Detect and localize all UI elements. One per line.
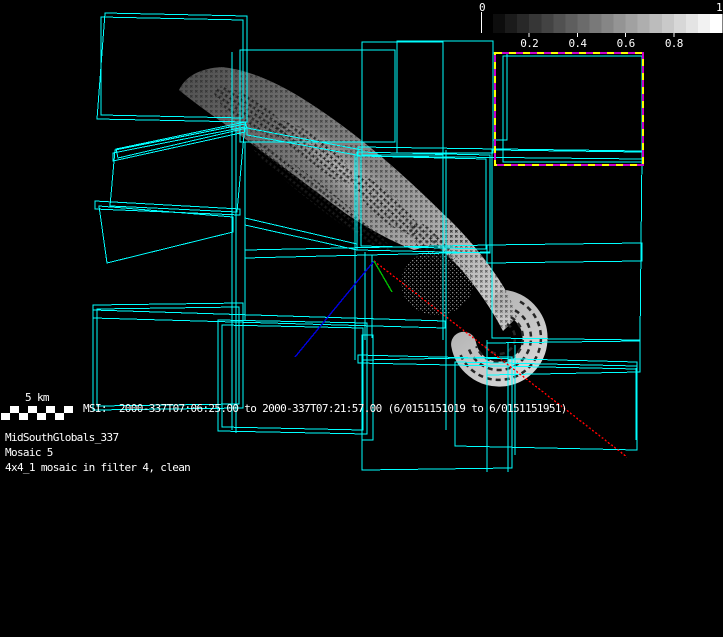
footprint-rect [92,309,446,329]
scalebar-cell [19,406,28,413]
scene-canvas: 0 1 0.2 0.4 0.6 0.8 [1,1,723,472]
footprint-rect [217,319,368,435]
planned-footprint-dashed [494,52,644,166]
mosaic-name: MidSouthGlobals_337 [5,431,119,444]
footprint-rect [109,123,246,213]
colorbar-tick-label: 0.6 [617,37,635,50]
planned-footprint-dashed [494,52,644,166]
footprint-rect [396,40,494,154]
colorbar: 0 1 0.2 0.4 0.6 0.8 [479,1,723,50]
scalebar-checker [1,406,73,420]
colorbar-step [697,14,711,33]
footprint-rect [502,55,643,163]
colorbar-step [505,14,518,33]
scalebar-cell [1,406,10,413]
colorbar-tick-label: 0.8 [665,37,683,50]
scalebar-cell [10,413,19,420]
colorbar-step [673,14,687,33]
colorbar-step [649,14,663,33]
colorbar-step [709,14,723,33]
footprint-rect [486,242,643,264]
colorbar-step [613,14,627,33]
mosaic-display: 0 1 0.2 0.4 0.6 0.8 5 km MSI: 2000-337T07:06:… [0,0,723,637]
colorbar-tick-label: 0.4 [568,37,587,50]
colorbar-step [553,14,566,33]
scalebar-cell [55,406,64,413]
colorbar-step [637,14,651,33]
scalebar-cell [64,406,73,413]
scalebar-cell [46,413,55,420]
colorbar-tick-label: 0.2 [520,37,538,50]
colorbar-step [481,14,494,33]
mosaic-description: 4x4_1 mosaic in filter 4, clean [5,461,191,474]
colorbar-step [529,14,542,33]
scalebar-cell [64,413,73,420]
scalebar-cell [37,413,46,420]
colorbar-step [565,14,578,33]
footprint-rect [98,205,234,264]
colorbar-step [577,14,590,33]
scalebar-cell [46,406,55,413]
scalebar-cell [10,406,19,413]
colorbar-max-label: 1 [716,1,722,14]
footprint-rect [361,41,444,156]
scalebar-cell [19,413,28,420]
colorbar-step [685,14,699,33]
scalebar-cell [37,406,46,413]
scalebar-cell [55,413,64,420]
scalebar-cell [28,413,37,420]
colorbar-step [625,14,639,33]
obs-time-range: MSI: 2000-337T07:06:25.00 to 2000-337T07… [83,402,567,415]
colorbar-step [601,14,615,33]
scalebar-cell [1,413,10,420]
colorbar-step [493,14,506,33]
colorbar-min-label: 0 [479,1,485,14]
colorbar-step [589,14,602,33]
scalebar-label: 5 km [25,391,50,404]
colorbar-step [541,14,554,33]
mosaic-number: Mosaic 5 [5,446,53,459]
footprint-rect [94,200,241,216]
colorbar-step [517,14,530,33]
colorbar-step [661,14,675,33]
green-vector [373,260,393,293]
scalebar-cell [28,406,37,413]
